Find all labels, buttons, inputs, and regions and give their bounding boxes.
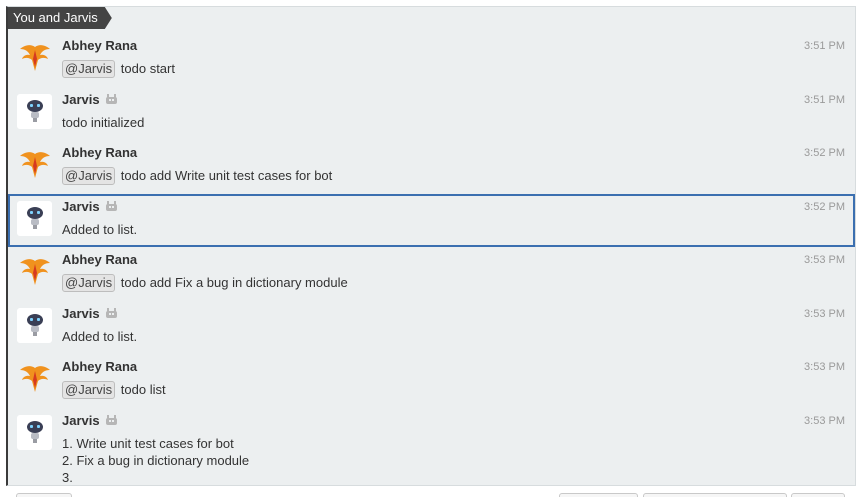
message-item-selected[interactable]: Jarvis 3:52 PM Added to list. (8, 193, 855, 247)
robot-icon[interactable] (17, 414, 52, 450)
sender-label: Jarvis (62, 305, 100, 321)
conversation-tab[interactable]: You and Jarvis (8, 7, 112, 29)
phoenix-logo-icon[interactable] (17, 254, 52, 289)
list-item: 3. (62, 469, 73, 485)
message-item[interactable]: Jarvis 3:51 PM todo initialized (8, 87, 855, 141)
message-text: todo add Write unit test cases for bot (120, 168, 333, 183)
message-body: todo initialized (62, 114, 144, 131)
message-item[interactable]: Jarvis 3:53 PM 1. Write unit test cases … (8, 408, 855, 486)
phoenix-logo-icon[interactable] (17, 147, 52, 182)
message-body: Added to list. (62, 328, 137, 345)
robot-icon[interactable] (17, 93, 52, 129)
robot-icon[interactable] (17, 200, 52, 236)
sender-name[interactable]: Jarvis (62, 306, 118, 322)
message-item[interactable]: Abhey Rana 3:53 PM @Jarvis todo add Fix … (8, 247, 855, 301)
message-body: @Jarvis todo add Fix a bug in dictionary… (62, 274, 348, 292)
message-body: 1. Write unit test cases for bot 2. Fix … (62, 435, 249, 486)
toolbar-button[interactable] (559, 493, 638, 497)
message-time: 3:52 PM (804, 200, 845, 213)
message-body: Added to list. (62, 221, 137, 238)
mention-chip[interactable]: @Jarvis (62, 167, 116, 185)
robot-icon[interactable] (17, 307, 52, 343)
phoenix-logo-icon[interactable] (17, 40, 52, 75)
message-text: todo add Fix a bug in dictionary module (120, 275, 348, 290)
message-text: todo start (120, 61, 175, 76)
sender-name[interactable]: Abhey Rana (62, 145, 137, 160)
mention-chip[interactable]: @Jarvis (62, 274, 116, 292)
bot-badge-icon (105, 93, 118, 108)
sender-name[interactable]: Jarvis (62, 92, 118, 108)
bot-badge-icon (105, 414, 118, 429)
message-text: Added to list. (62, 221, 138, 237)
sender-name[interactable]: Jarvis (62, 199, 118, 215)
message-item[interactable]: Abhey Rana 3:52 PM @Jarvis todo add Writ… (8, 140, 855, 194)
phoenix-logo-icon[interactable] (17, 361, 52, 396)
message-list: Abhey Rana 3:51 PM @Jarvis todo start Ja… (8, 33, 855, 485)
bot-badge-icon (105, 307, 118, 322)
message-time: 3:51 PM (804, 40, 845, 52)
phoenix-shape (19, 151, 50, 178)
chat-panel: You and Jarvis Abhey Rana 3:51 PM @Jarvi… (6, 6, 856, 486)
message-time: 3:53 PM (804, 361, 845, 373)
message-text: todo list (120, 382, 166, 397)
list-item: 2. Fix a bug in dictionary module (62, 452, 250, 468)
message-text: todo initialized (62, 114, 145, 130)
message-body: @Jarvis todo add Write unit test cases f… (62, 167, 332, 185)
sender-label: Jarvis (62, 412, 100, 428)
message-time: 3:52 PM (804, 147, 845, 159)
sender-name[interactable]: Jarvis (62, 413, 118, 429)
phoenix-shape (19, 258, 50, 285)
sender-label: Jarvis (62, 91, 100, 107)
bottom-toolbar (0, 488, 864, 497)
toolbar-button[interactable] (16, 493, 72, 497)
list-item: 1. Write unit test cases for bot (62, 435, 234, 451)
sender-name[interactable]: Abhey Rana (62, 359, 137, 374)
message-time: 3:53 PM (804, 414, 845, 427)
phoenix-shape (19, 44, 50, 71)
phoenix-shape (19, 365, 50, 392)
message-text: Added to list. (62, 328, 138, 344)
toolbar-button[interactable] (791, 493, 845, 497)
message-body: @Jarvis todo start (62, 60, 175, 78)
message-body: @Jarvis todo list (62, 381, 166, 399)
message-item[interactable]: Abhey Rana 3:53 PM @Jarvis todo list (8, 354, 855, 408)
sender-label: Jarvis (62, 198, 100, 214)
message-item[interactable]: Jarvis 3:53 PM Added to list. (8, 301, 855, 355)
sender-name[interactable]: Abhey Rana (62, 252, 137, 267)
message-time: 3:51 PM (804, 93, 845, 106)
message-item[interactable]: Abhey Rana 3:51 PM @Jarvis todo start (8, 33, 855, 87)
mention-chip[interactable]: @Jarvis (62, 381, 116, 399)
toolbar-button[interactable] (643, 493, 787, 497)
message-time: 3:53 PM (804, 307, 845, 320)
bot-badge-icon (105, 200, 118, 215)
message-time: 3:53 PM (804, 254, 845, 266)
sender-name[interactable]: Abhey Rana (62, 38, 137, 53)
mention-chip[interactable]: @Jarvis (62, 60, 116, 78)
